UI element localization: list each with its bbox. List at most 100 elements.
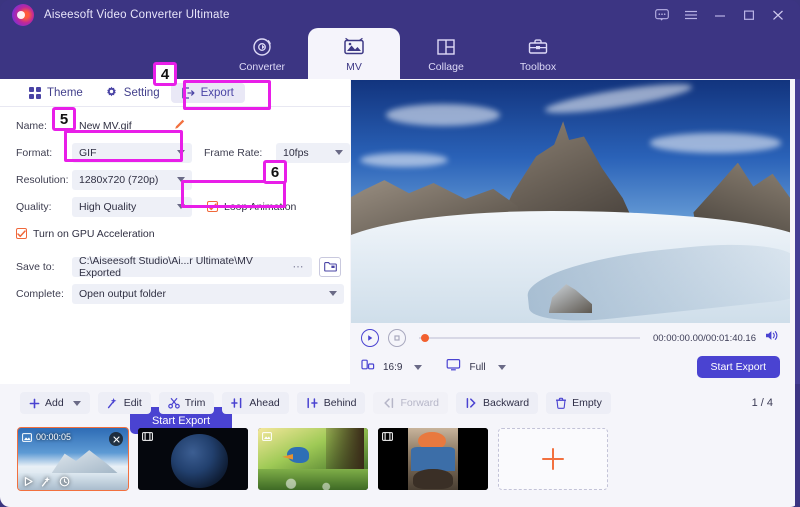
trim-label: Trim [184,397,206,409]
screen-icon[interactable] [446,358,461,376]
folder-icon[interactable] [319,256,341,277]
label-resolution: Resolution: [16,173,69,186]
gpu-acceleration-checkbox[interactable]: Turn on GPU Acceleration [16,228,155,240]
resolution-select[interactable]: 1280x720 (720p) [72,169,192,190]
screen-mode-select[interactable]: Full [469,362,506,373]
nav-tab-toolbox[interactable]: Toolbox [492,28,584,80]
format-select[interactable]: GIF [72,142,192,163]
save-to-value: C:\Aiseesoft Studio\Ai...r Ultimate\MV E… [79,254,253,279]
playhead-handle[interactable] [421,334,429,342]
subtab-label-theme: Theme [47,86,83,99]
clip-thumbnail-bird[interactable] [258,428,368,490]
plus-icon [29,398,40,409]
clip-tools [23,476,70,487]
image-icon [22,432,32,442]
stop-icon[interactable] [388,329,406,347]
chevron-down-icon [72,400,81,406]
nav-tab-converter[interactable]: Converter [216,28,308,80]
chevron-down-icon [414,364,423,370]
clip-type-badge [382,432,393,441]
frame-rate-value: 10fps [283,146,309,159]
cloud [649,133,782,153]
clip-duration: 00:00:05 [36,432,72,442]
move-forward-icon [382,397,395,409]
clip-filmstrip: 00:00:05 [0,420,795,498]
move-backward-icon [465,397,478,409]
page-indicator: 1 / 4 [751,397,773,409]
row-quality: Quality: High Quality Loop Animation [0,194,350,219]
quality-select[interactable]: High Quality [72,196,192,217]
empty-label: Empty [572,397,602,409]
behind-label: Behind [323,397,357,409]
toolbox-icon [527,35,549,59]
export-icon [181,86,195,99]
minimize-icon[interactable] [712,8,727,23]
chevron-down-icon [329,291,337,296]
collage-icon [435,35,457,59]
label-complete: Complete: [16,287,64,300]
menu-icon[interactable] [683,8,698,23]
clip-close-icon[interactable] [109,432,123,446]
callout-5: 5 [52,107,76,131]
magic-wand-icon[interactable] [41,476,52,487]
clock-icon[interactable] [59,476,70,487]
empty-button[interactable]: Empty [546,392,611,414]
clip-thumbnail-mountain[interactable]: 00:00:05 [17,427,129,491]
backward-button[interactable]: Backward [455,392,539,414]
format-value: GIF [79,146,97,159]
ahead-button[interactable]: Ahead [222,392,289,414]
clip-thumbnail-person[interactable] [378,428,488,490]
close-icon[interactable] [770,8,785,23]
edit-button[interactable]: Edit [97,392,151,414]
seek-slider[interactable] [419,334,640,342]
browse-dots-button[interactable]: ⋯ [293,260,306,273]
chevron-down-icon [177,150,185,155]
checkbox-gpu[interactable] [16,228,27,239]
volume-icon[interactable] [765,329,780,347]
clip-type-badge [142,432,153,441]
quality-value: High Quality [79,200,137,213]
behind-button[interactable]: Behind [296,392,366,414]
play-icon[interactable] [361,329,379,347]
aspect-ratio-icon[interactable] [361,358,375,376]
subtab-label-export: Export [200,86,234,99]
name-value: New MV.gif [79,119,132,132]
subtab-export[interactable]: Export [170,82,245,103]
content-area: Theme Setting Export Name: New MV.gif Fo… [0,79,795,507]
chevron-down-icon [177,177,185,182]
save-to-path[interactable]: C:\Aiseesoft Studio\Ai...r Ultimate\MV E… [72,254,312,279]
nav-tab-collage[interactable]: Collage [400,28,492,80]
add-label: Add [45,397,64,409]
video-preview[interactable] [351,80,790,323]
nav-label-mv: MV [346,61,362,74]
add-button[interactable]: Add [20,392,90,414]
grid-icon [29,86,41,99]
clip-thumbnail-planet[interactable] [138,428,248,490]
row-gpu: Turn on GPU Acceleration [0,221,350,246]
frame-rate-select[interactable]: 10fps [276,142,350,163]
start-export-button-player[interactable]: Start Export [696,356,780,378]
checkbox-loop-animation[interactable] [207,201,218,212]
subtab-theme[interactable]: Theme [18,83,94,103]
maximize-icon[interactable] [741,8,756,23]
gear-icon [105,86,118,99]
loop-animation-checkbox[interactable]: Loop Animation [207,201,296,213]
feedback-icon[interactable] [654,8,669,23]
nav-tab-mv[interactable]: MV [308,28,400,80]
add-clip-button[interactable] [498,428,608,490]
row-resolution: Resolution: 1280x720 (720p) [0,167,350,192]
name-input[interactable]: New MV.gif [72,116,192,136]
player-controls: 00:00:00.00/00:01:40.16 16:9 Full Start … [351,324,790,384]
trim-button[interactable]: Trim [158,392,215,414]
plus-icon [542,448,564,470]
complete-select[interactable]: Open output folder [72,283,344,304]
aspect-ratio-select[interactable]: 16:9 [383,362,423,373]
main-navigation: Converter MV Collage Toolbox [0,28,800,80]
ahead-label: Ahead [249,397,280,409]
edit-label: Edit [123,397,142,409]
play-icon[interactable] [23,476,34,487]
timecode-display: 00:00:00.00/00:01:40.16 [652,332,756,344]
clip-toolbar: Add Edit Trim Ahead Behind Forward Backw… [0,386,795,420]
forward-button[interactable]: Forward [373,392,448,414]
callout-6: 6 [263,160,287,184]
